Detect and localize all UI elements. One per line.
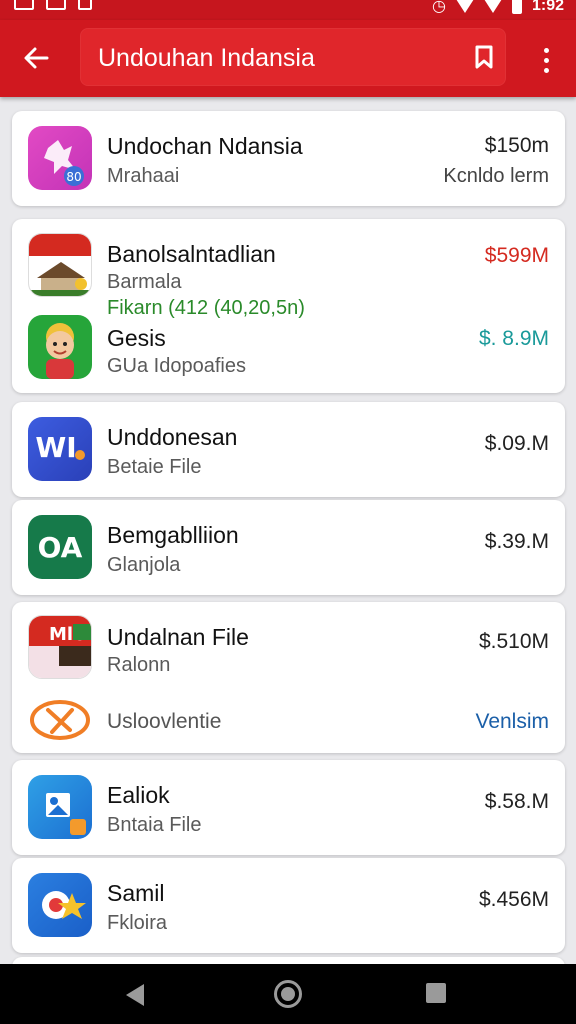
list-item[interactable]: Gesis GUa Idopoafies $. 8.9M	[12, 311, 565, 389]
list-item-card[interactable]: Samil Fkloira $.456M	[12, 858, 565, 953]
app-size: $. 8.9M	[478, 327, 549, 350]
battery-icon	[511, 0, 522, 14]
alarm-icon: ◷	[432, 0, 446, 15]
app-subtitle: Mrahaai	[107, 165, 180, 187]
svg-text:OA: OA	[38, 531, 83, 564]
app-name: Samil	[107, 880, 165, 906]
app-subtitle: Bntaia File	[107, 814, 202, 836]
app-subtitle: Barmala	[107, 271, 182, 293]
app-size: $.58.M	[484, 790, 549, 813]
list-item[interactable]: 80 Undochan Ndansia Mrahaai $150m Kcnldo…	[12, 119, 565, 199]
app-name: Bemgablliion	[107, 522, 239, 548]
list-item[interactable]: WI Unddonesan Betaie File $.09.M	[12, 410, 565, 490]
app-size: $599M	[484, 244, 549, 267]
list-item[interactable]: Banolsalntadlian Barmala $599M	[12, 227, 565, 297]
page-title: Undouhan Indansia	[98, 44, 315, 72]
app-name: Undochan Ndansia	[107, 133, 303, 159]
list-item[interactable]: Samil Fkloira $.456M	[12, 866, 565, 946]
mail-icon	[14, 0, 34, 10]
list-item-card[interactable]: OA Bemgablliion Glanjola $.39.M	[12, 500, 565, 595]
list-item-card[interactable]: WI Unddonesan Betaie File $.09.M	[12, 402, 565, 497]
app-subtitle: Betaie File	[107, 456, 202, 478]
app-name: Undalnan File	[107, 624, 249, 650]
app-name: Usloovlentie	[107, 710, 222, 733]
app-size-note: Kcnldo lerm	[443, 165, 549, 187]
more-vert-icon	[543, 47, 549, 53]
app-subtitle: Glanjola	[107, 554, 181, 576]
app-size: $150m	[484, 134, 549, 157]
nav-back-icon[interactable]	[126, 984, 144, 1006]
svg-text:WI: WI	[35, 431, 76, 464]
status-bar: ◷ 1:92	[0, 0, 576, 20]
app-icon-flag-house	[28, 233, 92, 297]
app-icon-orange-outline	[28, 698, 92, 742]
back-arrow-icon	[24, 47, 49, 69]
bookmark-icon	[475, 45, 493, 69]
more-options-button[interactable]	[530, 42, 562, 78]
svg-text:80: 80	[66, 170, 81, 184]
list-item[interactable]: Mlc Undalnan File Ralonn $.510M	[12, 610, 565, 690]
nav-recents-icon[interactable]	[426, 983, 446, 1003]
app-icon-mlc: Mlc	[28, 615, 92, 679]
list-item-card[interactable]: Mlc Undalnan File Ralonn $.510M Usloovle…	[12, 602, 565, 753]
list-item-card[interactable]: Banolsalntadlian Barmala $599M Fikarn (4…	[12, 219, 565, 393]
status-time: 1:92	[531, 0, 564, 14]
app-name: Unddonesan	[107, 424, 238, 450]
app-icon-wi: WI	[28, 417, 92, 481]
app-size: Venlsim	[475, 710, 549, 733]
app-size: $.09.M	[484, 432, 549, 455]
message-icon	[46, 0, 66, 10]
app-icon-magenta: 80	[28, 126, 92, 190]
app-icon-blue-photo	[28, 775, 92, 839]
app-subtitle: GUa Idopoafies	[107, 355, 246, 377]
app-name: Gesis	[107, 325, 166, 351]
app-bar: Undouhan Indansia	[0, 20, 576, 97]
list-item-card[interactable]: 80 Undochan Ndansia Mrahaai $150m Kcnldo…	[12, 111, 565, 206]
app-size: $.510M	[478, 630, 549, 653]
app-subtitle: Ralonn	[107, 654, 171, 676]
list-item[interactable]: OA Bemgablliion Glanjola $.39.M	[12, 508, 565, 588]
list-item[interactable]: Ealiok Bntaia File $.58.M	[12, 768, 565, 848]
notification-icon	[78, 0, 92, 10]
app-size: $.456M	[478, 888, 549, 911]
navigation-bar	[0, 964, 576, 1024]
app-subtitle: Fkloira	[107, 912, 168, 934]
app-icon-oa: OA	[28, 515, 92, 579]
app-icon-blue-star	[28, 873, 92, 937]
back-button[interactable]	[18, 40, 54, 76]
list-item[interactable]: Usloovlentie Venlsim	[12, 692, 565, 747]
app-icon-avatar	[28, 315, 92, 379]
signal-icon	[455, 0, 474, 13]
no-sim-icon	[483, 0, 502, 13]
bookmark-button[interactable]	[470, 42, 498, 72]
app-size: $.39.M	[484, 530, 549, 553]
list-item-card[interactable]: Ealiok Bntaia File $.58.M	[12, 760, 565, 855]
search-box[interactable]: Undouhan Indansia	[80, 28, 506, 86]
nav-home-icon[interactable]	[274, 980, 302, 1008]
app-name: Banolsalntadlian	[107, 241, 276, 267]
app-name: Ealiok	[107, 782, 170, 808]
